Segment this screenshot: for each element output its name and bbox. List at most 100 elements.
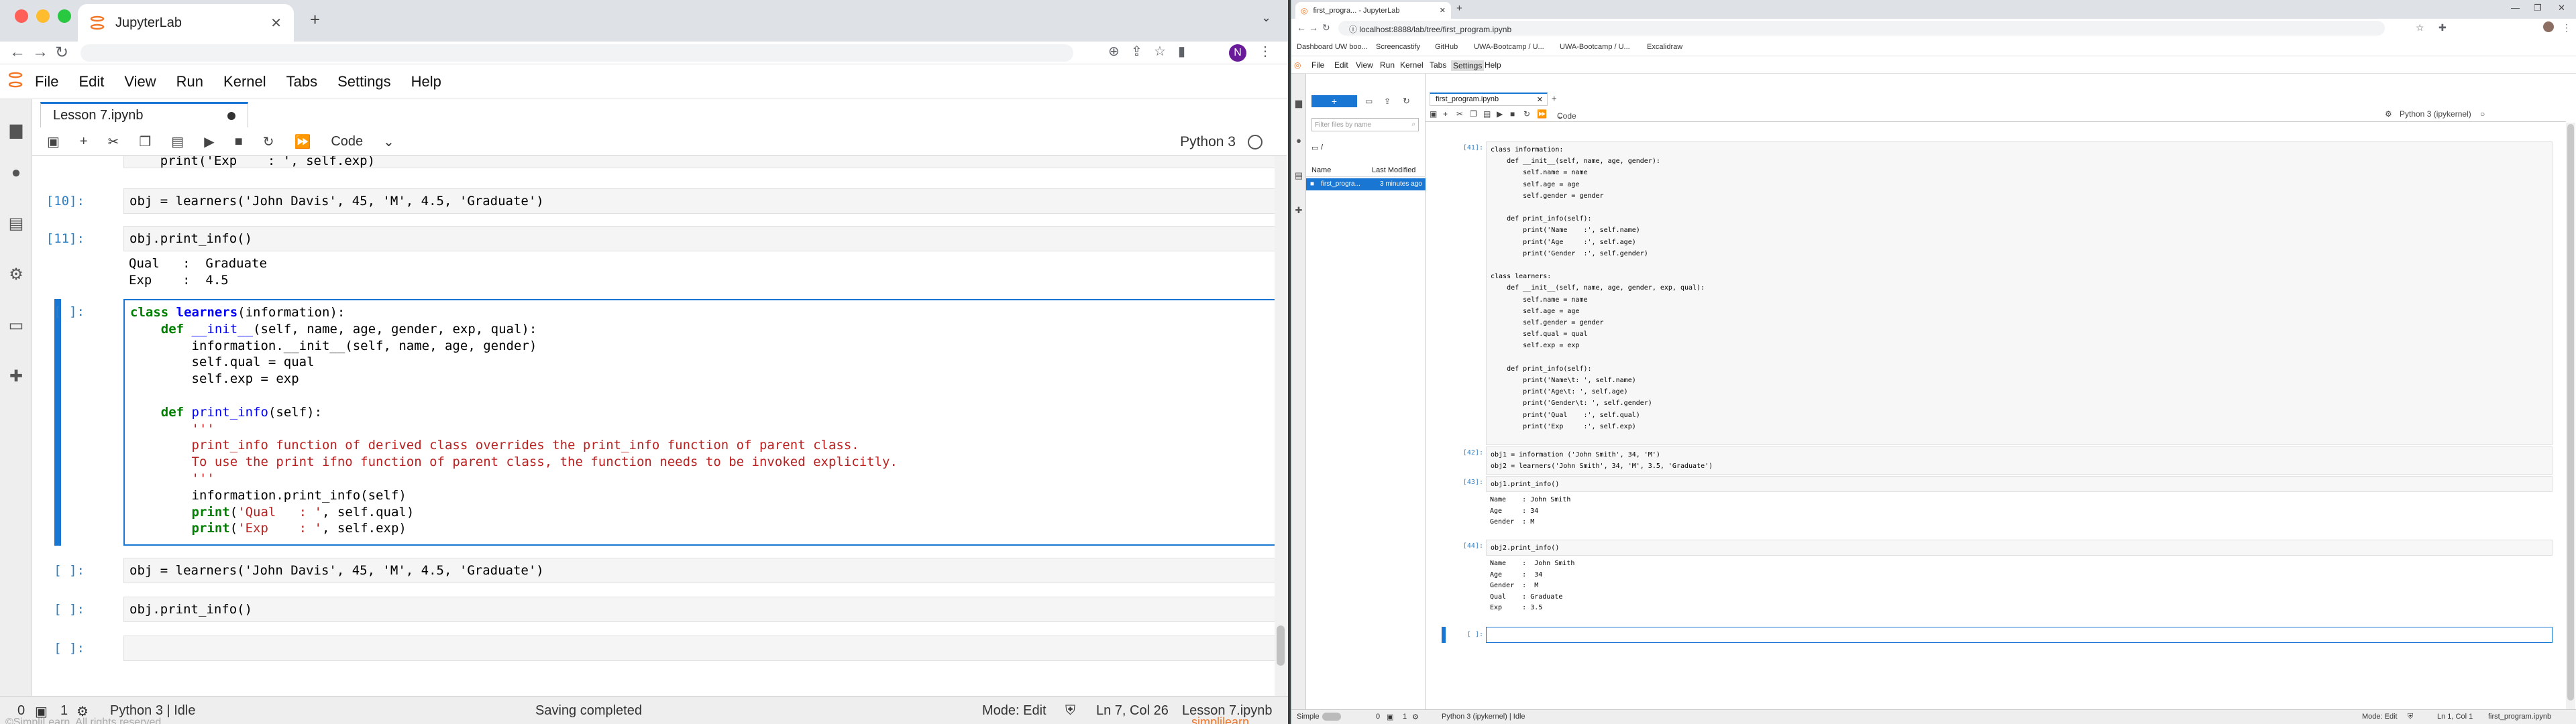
back-icon[interactable]: ← xyxy=(9,43,25,62)
paste-icon[interactable]: ▤ xyxy=(171,133,184,150)
bookmark-item[interactable]: Excalidraw xyxy=(1647,43,1682,51)
document-tab-lesson7[interactable]: Lesson 7.ipynb xyxy=(40,102,248,127)
stop-icon[interactable]: ■ xyxy=(1510,109,1515,119)
restart-icon[interactable]: ↻ xyxy=(263,133,274,150)
document-tab-first-program[interactable]: first_program.ipynb ✕ xyxy=(1430,93,1548,106)
code-cell-42[interactable]: obj1 = information ('John Smith', 34, 'M… xyxy=(1486,446,2553,475)
menu-edit[interactable]: Edit xyxy=(1334,60,1348,70)
new-tab-icon[interactable]: + xyxy=(310,9,320,30)
forward-icon[interactable]: → xyxy=(1309,22,1318,33)
menu-view[interactable]: View xyxy=(1356,60,1373,70)
status-position[interactable]: Ln 1, Col 1 xyxy=(2437,713,2473,721)
upload-icon[interactable]: ⇪ xyxy=(1384,97,1391,106)
cut-icon[interactable]: ✂ xyxy=(1456,109,1463,119)
unsaved-indicator-icon[interactable] xyxy=(227,112,235,120)
menu-tabs[interactable]: Tabs xyxy=(286,73,317,90)
file-filter-input[interactable]: Filter files by name ⌕ xyxy=(1311,118,1419,131)
browser-menu-icon[interactable]: ⋮ xyxy=(2562,22,2571,34)
reload-icon[interactable]: ↻ xyxy=(1322,22,1330,34)
copy-icon[interactable]: ❐ xyxy=(139,133,151,150)
menu-edit[interactable]: Edit xyxy=(78,73,104,90)
status-count-1[interactable]: 0 xyxy=(1376,713,1380,721)
code-input[interactable]: obj = learners('John Davis', 45, 'M', 4.… xyxy=(123,188,1275,214)
run-all-icon[interactable]: ⏩ xyxy=(294,133,311,150)
forward-icon[interactable]: → xyxy=(32,43,48,62)
folder-path[interactable]: / xyxy=(1321,143,1323,152)
menu-kernel[interactable]: Kernel xyxy=(1400,60,1424,70)
close-tab-icon[interactable]: ✕ xyxy=(270,15,282,32)
profile-icon[interactable] xyxy=(2543,21,2554,32)
kernel-gear-icon[interactable]: ⚙ xyxy=(1412,713,1419,721)
code-editor-active[interactable]: class learners(information): def __init_… xyxy=(123,299,1275,546)
stop-icon[interactable]: ■ xyxy=(235,134,243,149)
code-cell-41[interactable]: class information: def __init__(self, na… xyxy=(1486,141,2553,445)
status-position[interactable]: Ln 7, Col 26 xyxy=(1096,703,1169,719)
new-folder-icon[interactable]: ▭ xyxy=(1365,97,1373,106)
insert-cell-icon[interactable]: + xyxy=(1443,109,1448,119)
restore-window-icon[interactable]: ❐ xyxy=(2534,3,2542,13)
sidebar-toggle-icon[interactable]: ▮ xyxy=(1178,43,1185,60)
status-mode[interactable]: Mode: Edit xyxy=(2362,713,2398,721)
shield-icon[interactable]: ⛨ xyxy=(2408,713,2413,721)
kernel-name[interactable]: Python 3 xyxy=(1180,134,1236,150)
browser-menu-icon[interactable]: ⋮ xyxy=(1258,43,1272,60)
minimize-window-icon[interactable]: — xyxy=(2511,3,2520,13)
url-field[interactable]: ⓘ localhost:8888/lab/tree/first_program.… xyxy=(1338,21,2385,36)
status-kernel[interactable]: Python 3 (ipykernel) | Idle xyxy=(1442,713,1525,721)
code-cell-44[interactable]: obj2.print_info() xyxy=(1486,540,2553,556)
file-row-first-program[interactable]: ■ first_progra... 3 minutes ago xyxy=(1306,178,1426,190)
extensions-icon[interactable]: ✚ xyxy=(2438,22,2447,34)
minimize-window-button[interactable] xyxy=(36,9,50,23)
commands-icon[interactable]: ▤ xyxy=(7,215,25,233)
share-icon[interactable]: ⇪ xyxy=(1131,43,1142,60)
code-cell-43[interactable]: obj1.print_info() xyxy=(1486,476,2553,492)
extension-gear-icon[interactable]: ⚙ xyxy=(7,265,25,284)
code-input[interactable]: print('Exp : ', self.exp) xyxy=(123,156,1275,168)
new-launcher-button[interactable]: + xyxy=(1311,95,1357,107)
new-tab-icon[interactable]: + xyxy=(1456,3,1462,14)
notebook-scrollbar[interactable] xyxy=(2566,123,2575,709)
save-icon[interactable]: ▣ xyxy=(1430,109,1437,119)
debugger-icon[interactable]: ⚙ xyxy=(2385,109,2392,119)
zoom-icon[interactable]: ⊕ xyxy=(1108,43,1120,60)
menu-file[interactable]: File xyxy=(1311,60,1324,70)
back-icon[interactable]: ← xyxy=(1297,22,1306,33)
folder-icon[interactable]: ▆ xyxy=(7,121,25,139)
terminal-icon[interactable]: ▣ xyxy=(1387,713,1393,721)
close-window-button[interactable] xyxy=(15,9,28,23)
bookmark-item[interactable]: Dashboard UW boo... xyxy=(1297,43,1368,51)
code-input[interactable] xyxy=(123,636,1275,661)
menu-tabs[interactable]: Tabs xyxy=(1430,60,1446,70)
refresh-icon[interactable]: ↻ xyxy=(1403,96,1410,107)
browser-tab-first-program[interactable]: ◎ first_progra... - JupyterLab ✕ xyxy=(1295,2,1451,19)
extension-manager-icon[interactable]: ✚ xyxy=(7,367,25,386)
cut-icon[interactable]: ✂ xyxy=(108,133,119,150)
column-last-modified[interactable]: Last Modified xyxy=(1372,166,1415,174)
profile-avatar[interactable]: N xyxy=(1229,44,1246,62)
menu-kernel[interactable]: Kernel xyxy=(223,73,266,90)
url-field[interactable] xyxy=(80,44,1073,62)
insert-cell-icon[interactable]: + xyxy=(80,134,88,149)
maximize-window-button[interactable] xyxy=(58,9,71,23)
code-input[interactable]: obj = learners('John Davis', 45, 'M', 4.… xyxy=(123,558,1275,583)
bookmark-item[interactable]: UWA-Bootcamp / U... xyxy=(1560,43,1630,51)
bookmark-item[interactable]: Screencastify xyxy=(1376,43,1420,51)
extension-manager-icon[interactable]: ✚ xyxy=(1293,205,1304,216)
code-editor-active[interactable] xyxy=(1486,627,2553,643)
browser-tab-jupyterlab[interactable]: JupyterLab ✕ xyxy=(78,4,294,42)
menu-help[interactable]: Help xyxy=(411,73,441,90)
paste-icon[interactable]: ▤ xyxy=(1483,109,1491,119)
run-all-icon[interactable]: ⏩ xyxy=(1537,109,1547,119)
new-launcher-tab-icon[interactable]: + xyxy=(1552,93,1557,103)
menu-file[interactable]: File xyxy=(35,73,58,90)
menu-view[interactable]: View xyxy=(124,73,156,90)
menu-run[interactable]: Run xyxy=(176,73,203,90)
save-icon[interactable]: ▣ xyxy=(47,133,60,150)
copy-icon[interactable]: ❐ xyxy=(1470,109,1477,119)
scrollbar-thumb[interactable] xyxy=(1277,625,1285,666)
run-icon[interactable]: ▶ xyxy=(204,133,214,150)
shield-icon[interactable]: ⛨ xyxy=(1065,703,1075,719)
scrollbar-thumb[interactable] xyxy=(2567,124,2574,701)
tabs-icon[interactable]: ▭ xyxy=(7,316,25,335)
bookmark-star-icon[interactable]: ☆ xyxy=(1154,43,1166,60)
